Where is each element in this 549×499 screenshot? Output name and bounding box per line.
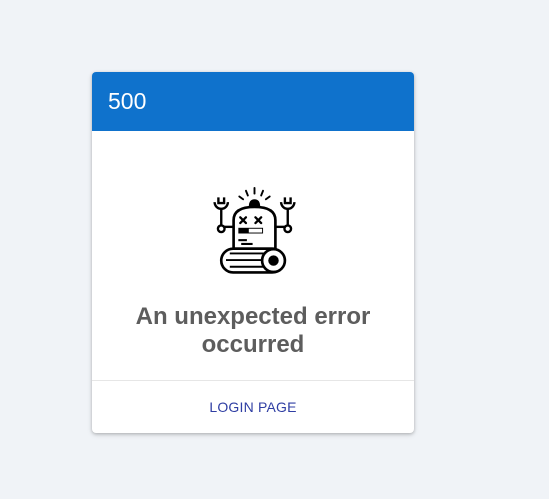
broken-robot-icon: [213, 186, 296, 274]
login-page-link[interactable]: LOGIN PAGE: [209, 399, 296, 415]
error-card: 500 An unexpected error occurred LOGIN P…: [92, 72, 414, 433]
error-card-body: An unexpected error occurred: [92, 131, 414, 380]
error-card-footer: LOGIN PAGE: [92, 381, 414, 433]
error-message: An unexpected error occurred: [135, 303, 371, 358]
error-card-header: 500: [92, 72, 414, 131]
error-code: 500: [108, 88, 147, 114]
